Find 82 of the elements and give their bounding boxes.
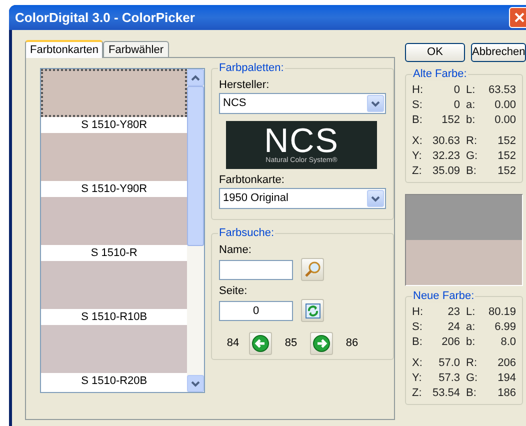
value-label: b: (466, 113, 476, 128)
field-label: Farbtonkarte: (219, 173, 286, 188)
value-label: G: (466, 371, 479, 386)
value-text: 63.53 (487, 83, 516, 98)
value-text: 57.0 (438, 356, 460, 371)
value-label: L: (466, 305, 476, 320)
value-label: X: (412, 356, 424, 371)
value-label: a: (466, 98, 476, 113)
value-label: R: (466, 134, 478, 149)
value-text: 23 (446, 305, 460, 320)
field-label: Name: (219, 243, 252, 258)
previous-page-button[interactable] (249, 332, 272, 355)
value-label: b: (466, 335, 476, 350)
value-label: H: (412, 83, 424, 98)
field-label: Hersteller: (219, 78, 270, 93)
value-label: Y: (412, 149, 423, 164)
scroll-down-icon (191, 380, 200, 386)
swatch-label: S 1510-R20B (80, 374, 148, 389)
page-number: 85 (284, 336, 298, 352)
value-text: 0 (452, 83, 460, 98)
value-text: 0.00 (494, 113, 516, 128)
scrollbar[interactable] (187, 69, 204, 392)
field-label: Seite: (219, 284, 248, 299)
refresh-button[interactable] (301, 299, 324, 322)
swatch-label: S 1510-R (90, 246, 138, 261)
search-icon (304, 261, 321, 278)
page-number: 86 (344, 336, 360, 352)
value-label: L: (466, 83, 476, 98)
group-legend: Farbpaletten: (218, 61, 285, 75)
value-label: Y: (412, 371, 423, 386)
tab[interactable]: Farbwähler (103, 41, 169, 57)
value-label: B: (412, 113, 424, 128)
value-label: S: (412, 320, 424, 335)
dialog-button[interactable]: OK (405, 43, 465, 62)
window-title: ColorDigital 3.0 - ColorPicker (15, 8, 196, 27)
value-text: 80.19 (487, 305, 516, 320)
value-label: G: (466, 149, 479, 164)
page-field[interactable]: 0 (219, 300, 293, 320)
value-label: B: (412, 335, 424, 350)
value-text: 194 (496, 371, 516, 386)
value-text: 24 (446, 320, 460, 335)
value-label: X: (412, 134, 424, 149)
value-text: 206 (496, 356, 516, 371)
value-text: 152 (496, 164, 516, 179)
value-text: 152 (440, 113, 460, 128)
value-text: 152 (496, 149, 516, 164)
value-label: H: (412, 305, 424, 320)
value-text: 206 (440, 335, 460, 350)
value-text: 30.63 (431, 134, 460, 149)
scroll-thumb[interactable] (187, 86, 204, 246)
value-text: 57.3 (438, 371, 460, 386)
value-label: a: (466, 320, 476, 335)
value-text: 0 (452, 98, 460, 113)
refresh-icon (304, 302, 320, 318)
value-label: B: (466, 164, 478, 179)
value-text: 8.0 (500, 335, 516, 350)
chart-dropdown[interactable]: 1950 Original (219, 188, 386, 209)
value-text: 32.23 (431, 149, 460, 164)
value-label: Z: (412, 386, 423, 401)
value-text: 0.00 (494, 98, 516, 113)
value-text: 152 (496, 134, 516, 149)
next-page-button[interactable] (310, 332, 333, 355)
close-icon (514, 12, 525, 23)
page-number: 84 (226, 336, 240, 352)
swatch-label: S 1510-Y80R (80, 118, 148, 133)
tab[interactable]: Farbtonkarten (25, 40, 104, 58)
value-label: Z: (412, 164, 423, 179)
swatch-label: S 1510-R10B (80, 310, 148, 325)
name-field[interactable] (219, 260, 293, 280)
value-text: 53.54 (431, 386, 460, 401)
scroll-up-icon (191, 74, 200, 80)
value-label: R: (466, 356, 478, 371)
dialog-button[interactable]: Abbrechen (471, 43, 526, 62)
value-text: 186 (496, 386, 516, 401)
close-button[interactable] (509, 7, 526, 28)
search-button[interactable] (301, 258, 324, 281)
value-text: 35.09 (431, 164, 460, 179)
manufacturer-dropdown[interactable]: NCS (219, 93, 386, 114)
value-label: S: (412, 98, 424, 113)
value-text: 6.99 (494, 320, 516, 335)
value-label: B: (466, 386, 478, 401)
swatch-label: S 1510-Y90R (80, 182, 148, 197)
